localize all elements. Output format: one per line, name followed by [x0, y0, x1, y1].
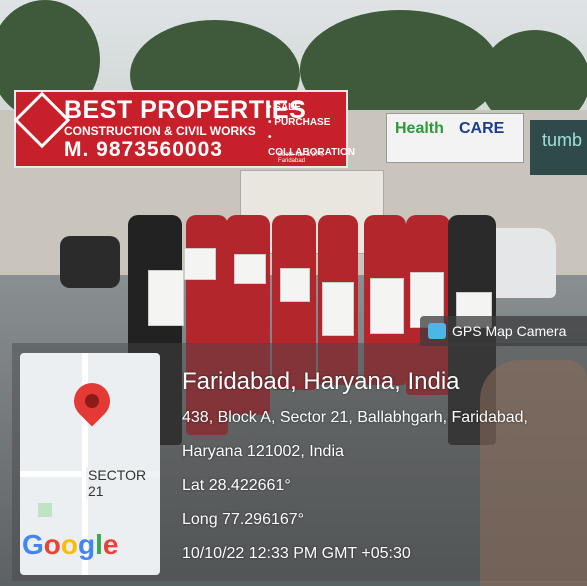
gps-app-badge: GPS Map Camera [420, 316, 587, 346]
poster [322, 282, 354, 336]
care-text: CARE [459, 120, 505, 137]
sign-address: Booth No. & 274, Faridabad [278, 152, 324, 164]
poster [280, 268, 310, 302]
service-item: • SALE [268, 102, 301, 113]
logo-letter: o [43, 529, 61, 560]
tumb-sign: tumb [530, 120, 587, 175]
sign-services: • SALE • PURCHASE • COLLABORATION [268, 100, 355, 160]
logo-letter: o [60, 529, 78, 560]
motorcycle [60, 236, 120, 288]
hand [480, 360, 587, 586]
map-park [38, 503, 52, 517]
address-line-2: Haryana 121002, India [182, 443, 344, 460]
gps-camera-icon [428, 323, 446, 339]
poster [370, 278, 404, 334]
service-item: • PURCHASE [268, 117, 331, 128]
logo-letter: e [102, 529, 119, 560]
location-title: Faridabad, Haryana, India [182, 368, 460, 395]
latitude: Lat 28.422661° [182, 477, 291, 494]
address-line-1: 438, Block A, Sector 21, Ballabhgarh, Fa… [182, 409, 528, 426]
best-properties-sign: BEST PROPERTIES CONSTRUCTION & CIVIL WOR… [13, 90, 355, 168]
map-area-label: SECTOR 21 [86, 467, 160, 499]
longitude: Long 77.296167° [182, 511, 305, 528]
poster [234, 254, 266, 284]
health-care-sign: Health CARE [386, 113, 524, 163]
sign-phone: M. 9873560003 [64, 138, 223, 161]
mini-map: SECTOR 21 Google [20, 353, 160, 575]
app-label: GPS Map Camera [452, 323, 567, 339]
poster [148, 270, 184, 326]
datetime: 10/10/22 12:33 PM GMT +05:30 [182, 545, 411, 562]
poster [184, 248, 216, 280]
house-logo-icon [13, 91, 71, 149]
logo-letter: l [95, 529, 103, 560]
health-text: Health [395, 120, 444, 137]
photo-frame: BEST PROPERTIES CONSTRUCTION & CIVIL WOR… [0, 0, 587, 586]
sign-subtitle: CONSTRUCTION & CIVIL WORKS [64, 124, 256, 138]
map-pin-dot [85, 394, 99, 408]
logo-letter: G [22, 529, 44, 560]
google-logo: Google [22, 529, 118, 561]
logo-letter: g [78, 529, 96, 560]
